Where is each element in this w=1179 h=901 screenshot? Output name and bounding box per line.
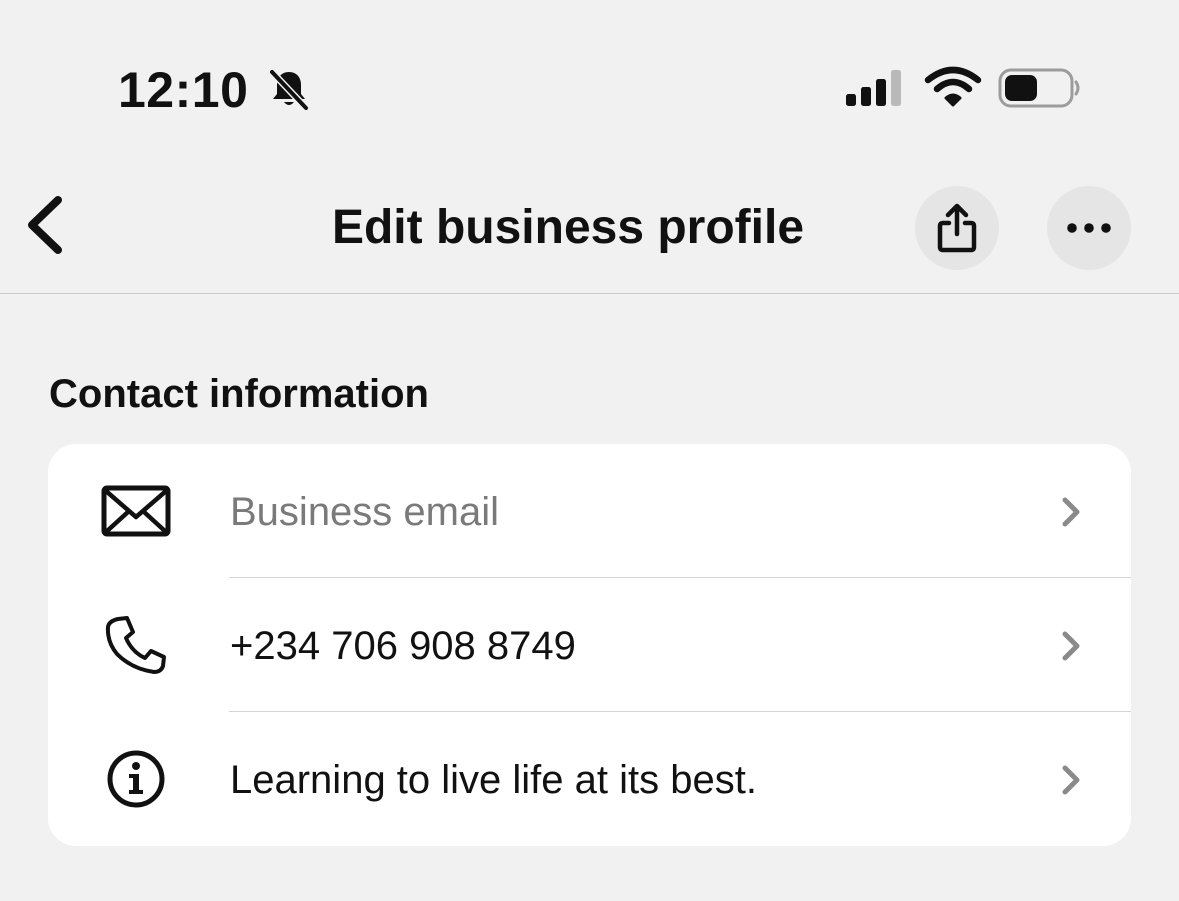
info-icon: [100, 745, 172, 813]
more-horizontal-icon: [1067, 223, 1111, 233]
status-bar: 12:10: [0, 0, 1179, 150]
business-info-value: Learning to live life at its best.: [230, 758, 757, 802]
share-icon: [937, 203, 977, 253]
section-title: Contact information: [49, 372, 429, 416]
chevron-right-icon: [1056, 494, 1086, 530]
envelope-icon: [100, 477, 172, 545]
business-email-row[interactable]: Business email: [48, 444, 1131, 578]
business-email-value: Business email: [230, 490, 500, 534]
business-info-row[interactable]: Learning to live life at its best.: [48, 712, 1131, 846]
chevron-right-icon: [1056, 628, 1086, 664]
bell-off-icon: [266, 66, 312, 112]
status-time: 12:10: [118, 62, 249, 118]
battery-icon: [998, 68, 1082, 108]
wifi-icon: [924, 66, 982, 108]
nav-bar: Edit business profile: [0, 150, 1179, 294]
phone-number-value: +234 706 908 8749: [230, 624, 576, 668]
phone-icon: [100, 611, 172, 679]
share-button[interactable]: [915, 186, 999, 270]
chevron-right-icon: [1056, 762, 1086, 798]
more-button[interactable]: [1047, 186, 1131, 270]
cellular-signal-icon: [846, 70, 906, 106]
phone-number-row[interactable]: +234 706 908 8749: [48, 578, 1131, 712]
contact-info-card: Business email +234 706 908 8749 Learnin…: [48, 444, 1131, 846]
